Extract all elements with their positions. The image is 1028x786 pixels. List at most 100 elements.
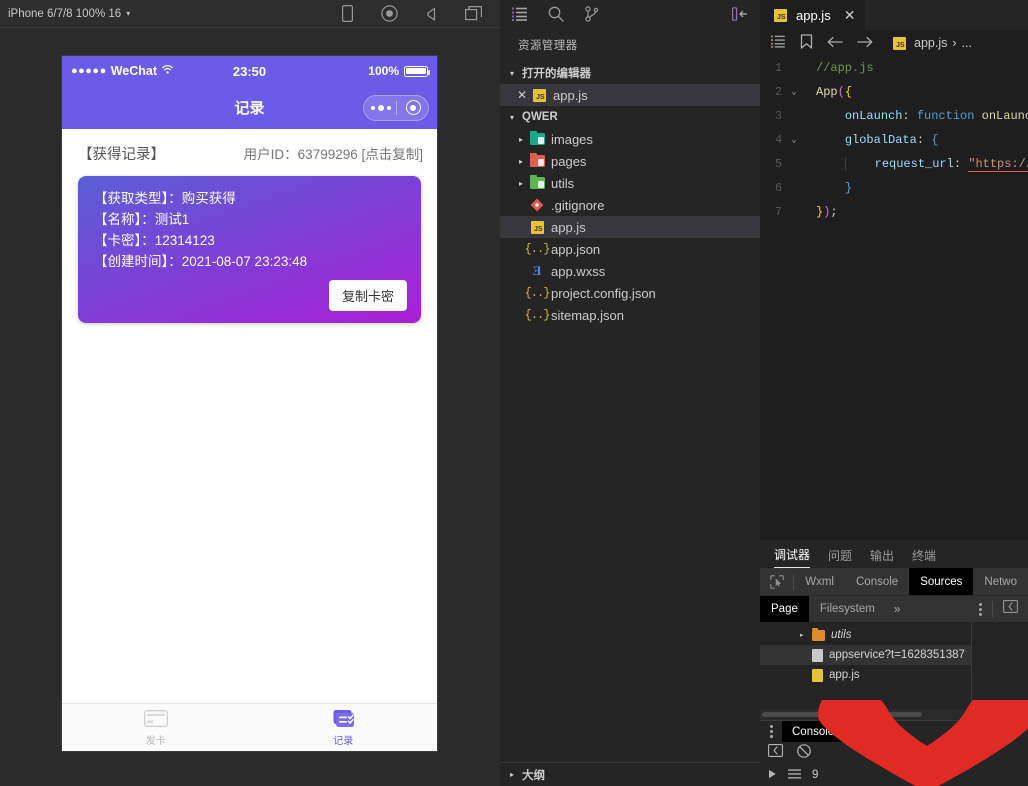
explorer-item-sitemapjson[interactable]: {..} sitemap.json xyxy=(500,304,760,326)
window-icon[interactable] xyxy=(464,5,482,23)
breadcrumb-file[interactable]: app.js xyxy=(914,36,947,50)
explorer-item-pages[interactable]: ▸ pages xyxy=(500,150,760,172)
signal-dots-icon: ●●●●● xyxy=(71,65,107,77)
expand-icon[interactable] xyxy=(768,769,777,782)
phone-nav-bar: 记录 xyxy=(62,86,437,129)
sources-horizontal-scrollbar[interactable] xyxy=(760,709,972,720)
sources-item-utils[interactable]: ▸ utils xyxy=(760,625,971,645)
chevron-right-icon[interactable]: ▸ xyxy=(800,631,812,639)
close-icon[interactable]: ✕ xyxy=(844,7,856,24)
editor-tab-appjs[interactable]: JS app.js ✕ xyxy=(760,0,866,30)
code-line: 5 request_url: "https:// xyxy=(760,152,1028,176)
bookmark-icon[interactable] xyxy=(800,34,813,52)
console-menu-icon[interactable] xyxy=(760,725,782,738)
explorer-item-gitignore[interactable]: .gitignore xyxy=(500,194,760,216)
explorer-icon[interactable] xyxy=(512,7,528,21)
resize-grip[interactable] xyxy=(1016,709,1028,720)
sources-tab-page[interactable]: Page xyxy=(760,595,809,623)
list-icon[interactable] xyxy=(788,768,801,782)
explorer-item-appjson[interactable]: {..} app.json xyxy=(500,238,760,260)
breadcrumb-icons xyxy=(771,34,873,52)
records-heading: 【获得记录】 xyxy=(78,147,165,163)
code-line: 4 ⌄ globalData: { xyxy=(760,128,1028,152)
code-editor[interactable]: 1 //app.js 2 ⌄ App({ 3 onLaunch: functio… xyxy=(760,56,1028,540)
inspector-tab-sources[interactable]: Sources xyxy=(909,568,974,595)
explorer-title: 资源管理器 xyxy=(518,40,578,52)
breadcrumb-more[interactable]: ... xyxy=(962,36,972,50)
json-icon: {..} xyxy=(524,242,551,256)
sources-tab-filesystem[interactable]: Filesystem xyxy=(809,596,886,623)
panel-tab-terminal[interactable]: 终端 xyxy=(912,547,936,568)
more-dots-icon[interactable] xyxy=(371,104,392,111)
json-icon: {..} xyxy=(524,308,551,322)
tabbar-item-fakacard[interactable]: 发卡 xyxy=(62,704,250,751)
explorer-item-images[interactable]: ▸ images xyxy=(500,128,760,150)
explorer-item-utils[interactable]: ▸ utils xyxy=(500,172,760,194)
code-text: request_url: "https:// xyxy=(802,157,1028,172)
chevron-right-icon[interactable]: ▸ xyxy=(514,135,528,144)
back-arrow-icon[interactable] xyxy=(827,36,843,51)
fold-toggle[interactable]: ⌄ xyxy=(786,135,802,145)
code-text: }); xyxy=(816,205,838,219)
toggle-sidebar-icon[interactable] xyxy=(768,744,783,762)
inspector-tab-wxml[interactable]: Wxml xyxy=(794,568,845,595)
sources-more-icon[interactable]: » xyxy=(886,602,909,616)
section-project-qwer[interactable]: ▾ QWER xyxy=(500,106,760,128)
phone-page-body: 【获得记录】 用户ID：63799296 [点击复制] 【获取类型】：购买获得 … xyxy=(62,129,437,703)
records-header: 【获得记录】 用户ID：63799296 [点击复制] xyxy=(62,129,437,174)
phone-frame: ●●●●● WeChat 23:50 100% 记录 【获得记录】 用户ID：6… xyxy=(62,56,437,751)
section-open-editors[interactable]: ▾ 打开的编辑器 xyxy=(500,62,760,84)
open-editor-item-appjs[interactable]: ✕ JS app.js xyxy=(500,84,760,106)
explorer-item-appwxss[interactable]: Ǝ app.wxss xyxy=(500,260,760,282)
sources-item-appjs[interactable]: app.js xyxy=(760,665,971,685)
chevron-right-icon[interactable]: ▸ xyxy=(514,179,528,188)
chevron-right-icon[interactable]: ▸ xyxy=(514,157,528,166)
panel-tab-debugger[interactable]: 调试器 xyxy=(774,546,811,568)
forward-arrow-icon[interactable] xyxy=(857,36,873,51)
explorer-toolbar xyxy=(500,0,760,28)
line-number: 3 xyxy=(775,109,782,123)
copy-card-key-button[interactable]: 复制卡密 xyxy=(328,280,407,311)
console-toolbar xyxy=(760,742,1028,764)
clear-console-icon[interactable] xyxy=(797,743,811,763)
file-label: app.wxss xyxy=(551,263,606,279)
volume-icon[interactable] xyxy=(422,5,440,23)
wechat-capsule[interactable] xyxy=(363,94,429,121)
panel-tab-output[interactable]: 输出 xyxy=(870,547,894,568)
user-id-copy-link[interactable]: 用户ID：63799296 [点击复制] xyxy=(244,143,423,163)
search-icon[interactable] xyxy=(548,6,564,22)
inspector-tab-network[interactable]: Netwo xyxy=(973,568,1028,595)
fold-toggle[interactable]: ⌄ xyxy=(786,87,802,97)
close-circle-icon[interactable] xyxy=(405,100,421,115)
chevron-down-icon: ▾ xyxy=(126,9,131,18)
sources-menu-icon[interactable] xyxy=(969,602,992,616)
card-line: 【创建时间】：2021-08-07 23:23:48 xyxy=(94,254,308,269)
folder-icon xyxy=(528,130,546,145)
console-tab[interactable]: Console xyxy=(782,720,845,743)
explorer-item-projectconfigjson[interactable]: {..} project.config.json xyxy=(500,282,760,304)
toggle-sidebar-icon[interactable] xyxy=(993,600,1028,618)
file-label: project.config.json xyxy=(551,285,656,301)
sources-item-appservice[interactable]: appservice?t=1628351387 xyxy=(760,645,971,665)
panel-tab-problems[interactable]: 问题 xyxy=(828,547,852,568)
file-label: .gitignore xyxy=(551,197,605,213)
device-icon[interactable] xyxy=(338,5,356,23)
folder-icon xyxy=(528,152,546,167)
breadcrumb-path[interactable]: JS app.js › ... xyxy=(891,36,972,50)
source-control-icon[interactable] xyxy=(584,6,600,22)
sources-editor-area[interactable] xyxy=(972,622,1028,720)
outline-icon[interactable] xyxy=(771,35,786,51)
file-label: utils xyxy=(551,175,575,191)
section-outline[interactable]: ▸ 大纲 xyxy=(500,762,760,786)
inspector-tab-console[interactable]: Console xyxy=(845,568,909,595)
tabbar-label: 发卡 xyxy=(145,735,166,747)
device-selector[interactable]: iPhone 6/7/8 100% 16 ▾ xyxy=(8,8,130,20)
collapse-panel-icon[interactable] xyxy=(732,7,748,21)
console-tabstrip: Console xyxy=(760,720,1028,743)
explorer-item-appjs[interactable]: JS app.js xyxy=(500,216,760,238)
close-icon[interactable]: ✕ xyxy=(514,88,530,102)
tabbar-item-records[interactable]: 记录 xyxy=(250,704,438,751)
record-icon[interactable] xyxy=(380,5,398,23)
sources-file-tree: ▸ utils appservice?t=1628351387 app.js xyxy=(760,622,972,720)
inspect-cursor-icon[interactable] xyxy=(760,574,793,589)
